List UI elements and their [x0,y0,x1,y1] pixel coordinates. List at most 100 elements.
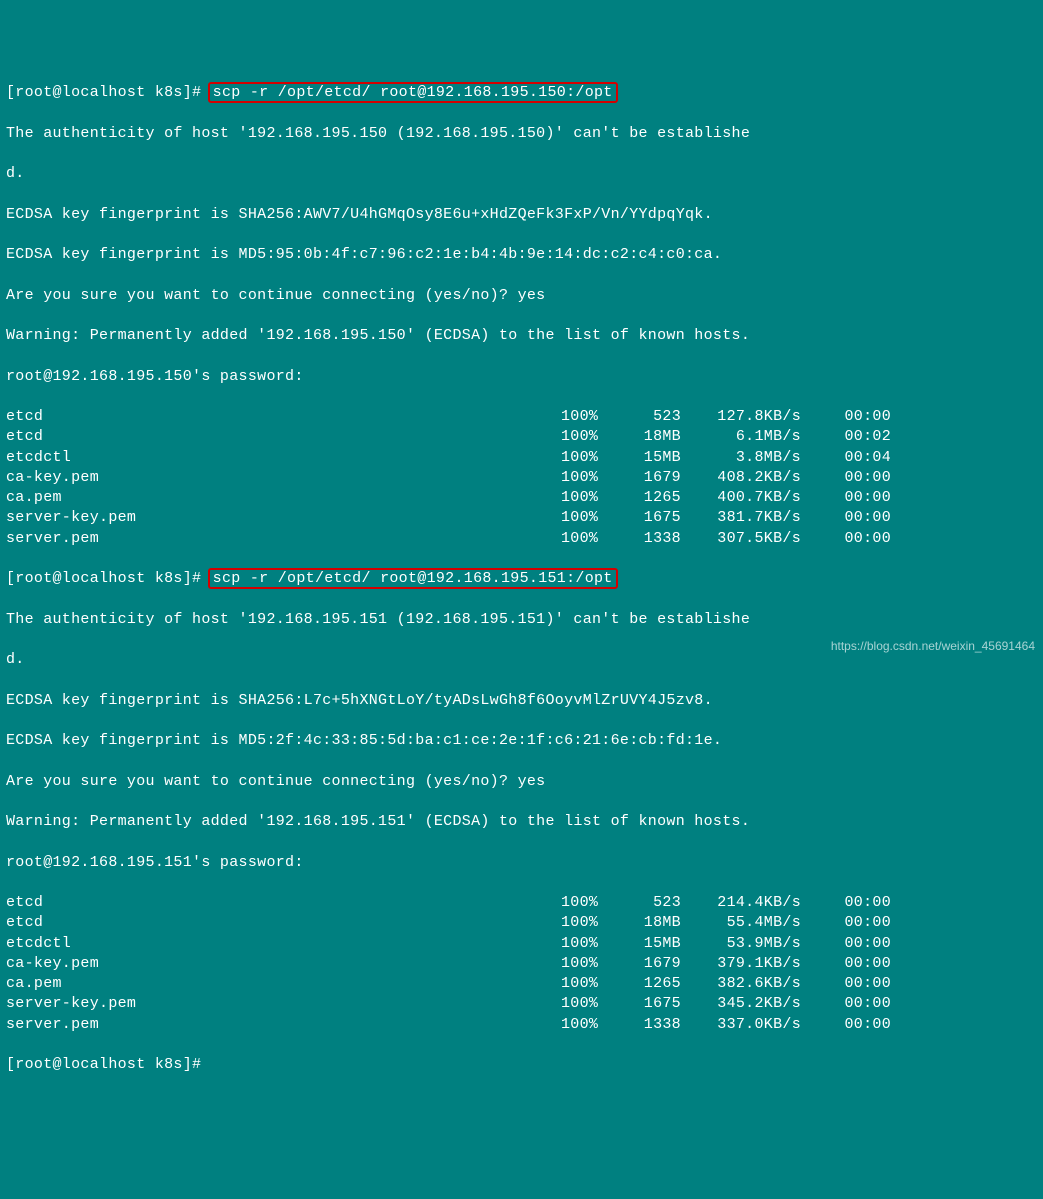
transfer-row: etcdctl100%15MB53.9MB/s00:00 [6,934,1037,954]
transfer-speed: 337.0KB/s [681,1015,801,1035]
transfer-row: etcd100%18MB55.4MB/s00:00 [6,913,1037,933]
fingerprint-line: ECDSA key fingerprint is MD5:2f:4c:33:85… [6,731,1037,751]
transfer-time: 00:00 [801,1015,891,1035]
transfer-filename: ca-key.pem [6,954,561,974]
transfer-row: server.pem100%1338337.0KB/s00:00 [6,1015,1037,1035]
transfer-row: etcd100%523214.4KB/s00:00 [6,893,1037,913]
transfer-filename: etcd [6,427,561,447]
transfer-time: 00:00 [801,913,891,933]
transfer-filename: etcd [6,913,561,933]
transfer-filename: server-key.pem [6,508,561,528]
transfer-size: 15MB [621,934,681,954]
warning-line: Warning: Permanently added '192.168.195.… [6,812,1037,832]
transfer-size: 1679 [621,954,681,974]
transfer-speed: 307.5KB/s [681,529,801,549]
transfer-row: ca-key.pem100%1679379.1KB/s00:00 [6,954,1037,974]
transfer-speed: 127.8KB/s [681,407,801,427]
transfer-filename: server-key.pem [6,994,561,1014]
password-prompt[interactable]: root@192.168.195.150's password: [6,367,1037,387]
transfer-percent: 100% [561,954,621,974]
transfer-speed: 379.1KB/s [681,954,801,974]
transfer-time: 00:00 [801,994,891,1014]
transfer-filename: etcd [6,893,561,913]
transfer-percent: 100% [561,893,621,913]
transfer-filename: server.pem [6,529,561,549]
shell-prompt[interactable]: [root@localhost k8s]# [6,570,211,587]
transfer-percent: 100% [561,1015,621,1035]
transfer-filename: etcdctl [6,934,561,954]
transfer-row: ca.pem100%1265400.7KB/s00:00 [6,488,1037,508]
transfer-speed: 400.7KB/s [681,488,801,508]
transfer-size: 1679 [621,468,681,488]
transfer-filename: ca.pem [6,974,561,994]
transfer-filename: ca-key.pem [6,468,561,488]
transfer-size: 523 [621,407,681,427]
transfer-size: 1675 [621,508,681,528]
continue-prompt[interactable]: Are you sure you want to continue connec… [6,772,1037,792]
transfer-row: etcdctl100%15MB3.8MB/s00:04 [6,448,1037,468]
transfer-time: 00:02 [801,427,891,447]
transfer-row: etcd100%523127.8KB/s00:00 [6,407,1037,427]
transfer-size: 1338 [621,1015,681,1035]
transfer-row: ca-key.pem100%1679408.2KB/s00:00 [6,468,1037,488]
transfer-row: server-key.pem100%1675345.2KB/s00:00 [6,994,1037,1014]
transfer-percent: 100% [561,427,621,447]
transfer-time: 00:00 [801,893,891,913]
transfer-size: 15MB [621,448,681,468]
transfer-percent: 100% [561,994,621,1014]
transfer-time: 00:00 [801,529,891,549]
transfer-time: 00:00 [801,974,891,994]
transfer-time: 00:00 [801,407,891,427]
transfer-row: server.pem100%1338307.5KB/s00:00 [6,529,1037,549]
transfer-time: 00:00 [801,954,891,974]
transfer-speed: 53.9MB/s [681,934,801,954]
transfer-percent: 100% [561,974,621,994]
transfer-percent: 100% [561,934,621,954]
password-prompt[interactable]: root@192.168.195.151's password: [6,853,1037,873]
fingerprint-line: ECDSA key fingerprint is SHA256:AWV7/U4h… [6,205,1037,225]
transfer-filename: server.pem [6,1015,561,1035]
transfer-percent: 100% [561,529,621,549]
transfer-row: server-key.pem100%1675381.7KB/s00:00 [6,508,1037,528]
transfer-speed: 381.7KB/s [681,508,801,528]
transfer-size: 1265 [621,974,681,994]
transfer-percent: 100% [561,508,621,528]
transfer-size: 1338 [621,529,681,549]
transfer-time: 00:00 [801,468,891,488]
transfer-percent: 100% [561,913,621,933]
auth-line: d. [6,164,1037,184]
transfer-time: 00:00 [801,934,891,954]
transfer-speed: 55.4MB/s [681,913,801,933]
transfer-speed: 214.4KB/s [681,893,801,913]
transfer-row: etcd100%18MB6.1MB/s00:02 [6,427,1037,447]
transfer-filename: etcdctl [6,448,561,468]
transfer-speed: 3.8MB/s [681,448,801,468]
transfer-time: 00:00 [801,488,891,508]
transfer-size: 18MB [621,913,681,933]
transfer-size: 523 [621,893,681,913]
watermark-text: https://blog.csdn.net/weixin_45691464 [831,638,1035,654]
auth-line: The authenticity of host '192.168.195.15… [6,124,1037,144]
transfer-percent: 100% [561,488,621,508]
transfer-size: 1675 [621,994,681,1014]
command-highlight-2: scp -r /opt/etcd/ root@192.168.195.151:/… [208,568,618,589]
transfer-list-1: etcd100%523127.8KB/s00:00etcd100%18MB6.1… [6,407,1037,549]
continue-prompt[interactable]: Are you sure you want to continue connec… [6,286,1037,306]
transfer-filename: etcd [6,407,561,427]
command-highlight-1: scp -r /opt/etcd/ root@192.168.195.150:/… [208,82,618,103]
warning-line: Warning: Permanently added '192.168.195.… [6,326,1037,346]
transfer-speed: 382.6KB/s [681,974,801,994]
auth-line: The authenticity of host '192.168.195.15… [6,610,1037,630]
transfer-speed: 408.2KB/s [681,468,801,488]
transfer-size: 18MB [621,427,681,447]
transfer-filename: ca.pem [6,488,561,508]
fingerprint-line: ECDSA key fingerprint is MD5:95:0b:4f:c7… [6,245,1037,265]
transfer-list-2: etcd100%523214.4KB/s00:00etcd100%18MB55.… [6,893,1037,1035]
transfer-percent: 100% [561,407,621,427]
transfer-time: 00:04 [801,448,891,468]
transfer-size: 1265 [621,488,681,508]
shell-prompt[interactable]: [root@localhost k8s]# [6,1055,1037,1075]
shell-prompt[interactable]: [root@localhost k8s]# [6,84,211,101]
transfer-percent: 100% [561,448,621,468]
transfer-speed: 345.2KB/s [681,994,801,1014]
